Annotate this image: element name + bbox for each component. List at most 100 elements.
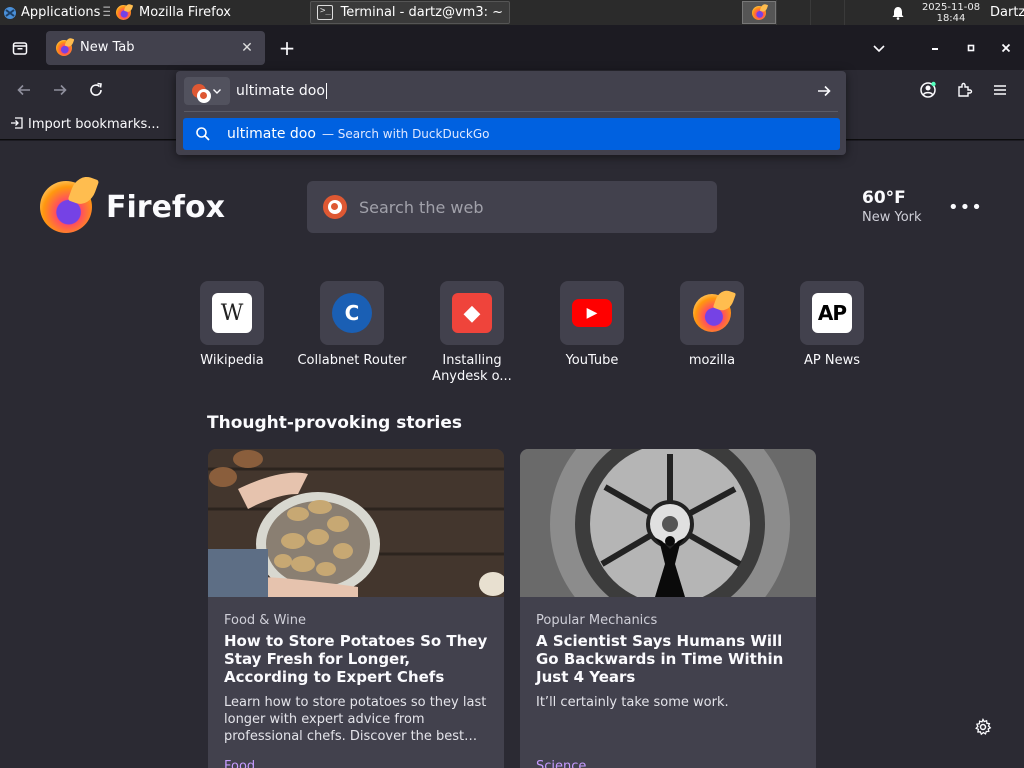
close-icon[interactable]: ✕ (239, 40, 255, 56)
story-card[interactable]: Popular Mechanics A Scientist Says Human… (520, 449, 816, 768)
back-button[interactable] (6, 74, 42, 106)
minimize-button[interactable] (916, 25, 954, 70)
firefox-brand: Firefox (40, 181, 225, 233)
duckduckgo-icon (323, 195, 347, 219)
applications-label: Applications (21, 5, 101, 20)
top-site-wikipedia[interactable]: W Wikipedia (172, 281, 292, 385)
maximize-button[interactable] (954, 25, 988, 70)
account-button[interactable] (910, 74, 946, 106)
extensions-button[interactable] (946, 74, 982, 106)
firefox-icon (116, 5, 131, 20)
workspace-4[interactable] (844, 0, 878, 25)
hamburger-menu-icon (994, 85, 1006, 95)
suggestion-engine-label: — Search with DuckDuckGo (321, 127, 490, 141)
top-site-label: Installing Anydesk o... (432, 353, 512, 384)
top-site-youtube[interactable]: ▶ YouTube (532, 281, 652, 385)
clock[interactable]: 2025-11-08 18:44 (918, 2, 984, 24)
firefox-view-button[interactable] (0, 25, 40, 70)
notifications-bell-icon[interactable] (878, 0, 918, 25)
story-title: How to Store Potatoes So They Stay Fresh… (224, 632, 488, 686)
youtube-play-icon: ▶ (572, 299, 612, 327)
back-arrow-icon (17, 84, 30, 96)
top-site-label: Wikipedia (200, 353, 264, 368)
new-tab-button[interactable]: + (271, 32, 303, 64)
urlbar-dropdown: ultimate doo ultimate doo — Search with … (176, 71, 846, 155)
workspace-firefox-thumb[interactable] (742, 1, 776, 24)
story-category[interactable]: Science (536, 759, 800, 768)
task-terminal-label: Terminal - dartz@vm3: ~ (340, 5, 503, 20)
url-input-text: ultimate doo (236, 83, 325, 99)
ap-news-icon: AP (812, 293, 852, 333)
reload-icon (90, 82, 102, 96)
list-all-tabs-button[interactable] (862, 25, 896, 70)
clock-date: 2025-11-08 (921, 1, 981, 13)
weather-location: New York (862, 210, 922, 225)
search-placeholder: Search the web (359, 197, 484, 217)
story-excerpt: It’ll certainly take some work. (536, 695, 729, 710)
top-site-anydesk[interactable]: ◆ Installing Anydesk o... (412, 281, 532, 385)
task-firefox[interactable]: Mozilla Firefox (110, 0, 310, 25)
import-bookmarks-link[interactable]: Import bookmarks... (28, 117, 160, 132)
minimize-icon (932, 47, 938, 50)
story-source: Popular Mechanics (536, 613, 658, 628)
story-card[interactable]: Food & Wine How to Store Potatoes So The… (208, 449, 504, 768)
story-cards: Food & Wine How to Store Potatoes So The… (208, 449, 816, 768)
brand-name: Firefox (106, 189, 225, 225)
stories-heading: Thought-provoking stories (207, 413, 463, 433)
firefox-icon (752, 5, 766, 20)
story-source: Food & Wine (224, 613, 306, 628)
close-icon (1001, 43, 1011, 52)
search-suggestion-row[interactable]: ultimate doo — Search with DuckDuckGo (183, 118, 840, 150)
customize-gear-icon[interactable] (974, 718, 996, 740)
workspace-3[interactable] (810, 0, 844, 25)
tab-title: New Tab (80, 40, 135, 55)
app-menu-button[interactable] (982, 74, 1018, 106)
puzzle-icon (958, 82, 973, 97)
clock-time: 18:44 (936, 12, 966, 24)
go-button[interactable] (810, 77, 838, 105)
os-taskbar: Applications ☰ Mozilla Firefox >_ Termin… (0, 0, 1024, 25)
firefox-icon (56, 39, 72, 56)
forward-button[interactable] (42, 74, 78, 106)
tab-new-tab[interactable]: New Tab ✕ (46, 30, 265, 65)
story-category[interactable]: Food (224, 759, 488, 768)
applications-menu[interactable]: Applications ☰ (0, 0, 110, 25)
text-caret (325, 83, 327, 99)
story-excerpt: Learn how to store potatoes so they last… (224, 695, 487, 744)
weather-temperature: 60°F (862, 188, 906, 208)
weather-widget[interactable]: 60°F New York (862, 188, 922, 225)
maximize-icon (967, 44, 975, 51)
top-site-label: Collabnet Router (297, 353, 407, 368)
firefox-icon (693, 294, 731, 332)
tab-strip: New Tab ✕ + (0, 25, 1024, 70)
time-machine-image (520, 449, 816, 597)
new-tab-page: Firefox Search the web 60°F New York •••… (0, 141, 1024, 768)
story-title: A Scientist Says Humans Will Go Backward… (536, 632, 784, 686)
reload-button[interactable] (78, 74, 114, 106)
collabnet-icon: C (332, 293, 372, 333)
task-firefox-label: Mozilla Firefox (139, 5, 231, 20)
top-site-collabnet-router[interactable]: C Collabnet Router (292, 281, 412, 385)
menu-separator-icon: ☰ (102, 5, 110, 20)
urlbar-divider (184, 111, 838, 112)
task-terminal[interactable]: >_ Terminal - dartz@vm3: ~ (310, 1, 510, 24)
anydesk-icon: ◆ (452, 293, 492, 333)
top-sites: W Wikipedia C Collabnet Router ◆ Install… (172, 281, 892, 385)
chevron-down-icon (873, 44, 885, 52)
top-site-label: AP News (804, 353, 860, 368)
close-window-button[interactable] (988, 25, 1024, 70)
search-icon (196, 127, 210, 141)
firefox-logo-icon (40, 181, 92, 233)
forward-arrow-icon (54, 84, 67, 96)
weather-more-icon[interactable]: ••• (948, 197, 983, 218)
account-icon (920, 81, 936, 98)
user-menu[interactable]: Dartz (984, 5, 1024, 20)
duckduckgo-icon (192, 84, 211, 103)
search-engine-selector[interactable] (184, 77, 230, 105)
workspace-2[interactable] (776, 0, 810, 25)
top-site-mozilla[interactable]: mozilla (652, 281, 772, 385)
potatoes-image (208, 449, 504, 597)
top-site-ap-news[interactable]: AP AP News (772, 281, 892, 385)
url-input[interactable]: ultimate doo (236, 81, 810, 101)
search-web-box[interactable]: Search the web (307, 181, 717, 233)
